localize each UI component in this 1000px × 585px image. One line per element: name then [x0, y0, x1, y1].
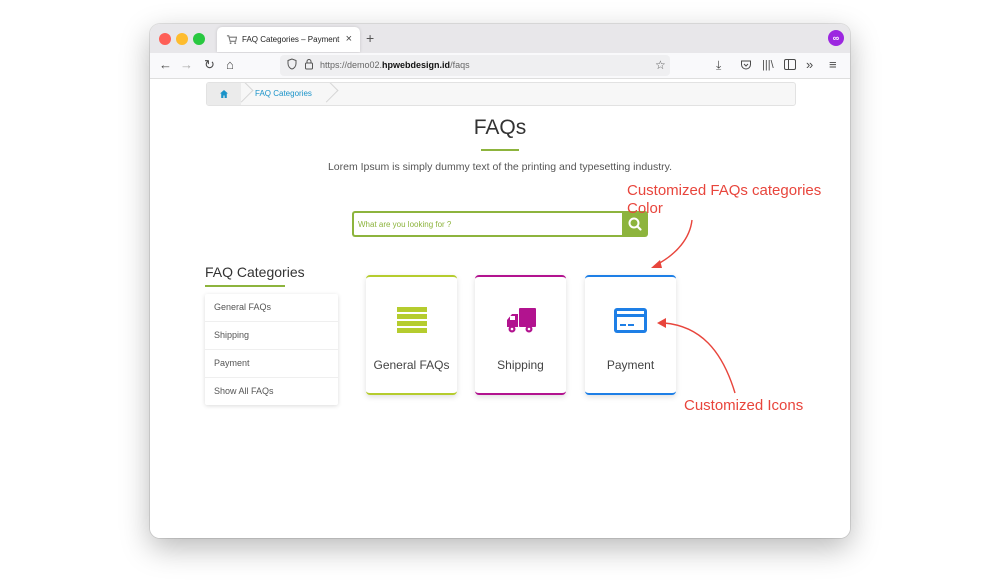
page-subtitle: Lorem Ipsum is simply dummy text of the …: [327, 161, 673, 173]
sidebar-item-payment[interactable]: Payment: [205, 350, 338, 378]
breadcrumb-faq-categories[interactable]: FAQ Categories: [255, 89, 312, 98]
sidebar-category-list: General FAQs Shipping Payment Show All F…: [205, 294, 338, 405]
browser-tab-active[interactable]: FAQ Categories – Payment ×: [217, 27, 360, 52]
tab-bar: FAQ Categories – Payment × + ∞: [150, 24, 850, 53]
pocket-icon[interactable]: [740, 57, 752, 75]
minimize-window-button[interactable]: [176, 33, 188, 45]
breadcrumb: FAQ Categories: [206, 82, 796, 106]
extension-icon[interactable]: ∞: [828, 30, 844, 46]
sidebar-item-shipping[interactable]: Shipping: [205, 322, 338, 350]
back-arrow-icon[interactable]: ←: [159, 57, 172, 73]
sidebar-toggle-icon[interactable]: [784, 57, 796, 74]
reload-icon[interactable]: ↻: [204, 57, 215, 73]
sidebar-item-general-faqs[interactable]: General FAQs: [205, 294, 338, 322]
page-content: FAQ Categories FAQs Lorem Ipsum is simpl…: [150, 79, 850, 538]
sidebar-title: FAQ Categories: [205, 264, 305, 280]
forward-arrow-icon[interactable]: →: [180, 57, 193, 73]
home-icon: [220, 90, 228, 98]
overflow-chevron-icon[interactable]: »: [806, 57, 813, 73]
close-window-button[interactable]: [159, 33, 171, 45]
category-card-shipping[interactable]: Shipping: [475, 275, 566, 395]
close-tab-icon[interactable]: ×: [346, 33, 352, 45]
list-icon: [366, 302, 457, 338]
browser-window: FAQ Categories – Payment × + ∞ ← → ↻ ⌂ h…: [150, 24, 850, 538]
shield-icon[interactable]: [287, 58, 297, 74]
url-text: https://demo02.hpwebdesign.id/faqs: [320, 60, 470, 70]
category-card-payment[interactable]: Payment: [585, 275, 676, 395]
category-card-label: General FAQs: [373, 358, 450, 372]
library-icon[interactable]: |||\: [762, 57, 774, 73]
category-card-label: Payment: [606, 358, 655, 372]
category-card-label: Shipping: [497, 358, 544, 372]
cart-icon: [226, 34, 238, 48]
lock-icon[interactable]: [304, 58, 314, 74]
search-input[interactable]: [358, 218, 613, 230]
maximize-window-button[interactable]: [193, 33, 205, 45]
annotation-colors-line2: Color: [627, 200, 663, 217]
category-card-general-faqs[interactable]: General FAQs: [366, 275, 457, 395]
url-bar[interactable]: https://demo02.hpwebdesign.id/faqs ☆: [280, 55, 670, 76]
search-box: [352, 211, 622, 237]
download-icon[interactable]: ⤓: [716, 57, 721, 73]
title-underline: [481, 149, 519, 151]
hamburger-menu-icon[interactable]: ≡: [829, 57, 837, 73]
sidebar-title-underline: [205, 285, 285, 287]
sidebar-item-show-all-faqs[interactable]: Show All FAQs: [205, 378, 338, 405]
home-icon[interactable]: ⌂: [226, 57, 234, 73]
navigation-bar: ← → ↻ ⌂ https://demo02.hpwebdesign.id/fa…: [150, 53, 850, 79]
annotation-colors-line1: Customized FAQs categories: [627, 182, 822, 199]
breadcrumb-separator: [314, 83, 339, 103]
new-tab-button[interactable]: +: [366, 30, 374, 46]
truck-icon: [475, 302, 566, 338]
bookmark-star-icon[interactable]: ☆: [655, 58, 666, 72]
tab-title: FAQ Categories – Payment: [242, 35, 340, 44]
page-title: FAQs: [473, 116, 527, 139]
credit-card-icon: [585, 302, 676, 338]
annotation-icons: Customized Icons: [684, 397, 804, 414]
